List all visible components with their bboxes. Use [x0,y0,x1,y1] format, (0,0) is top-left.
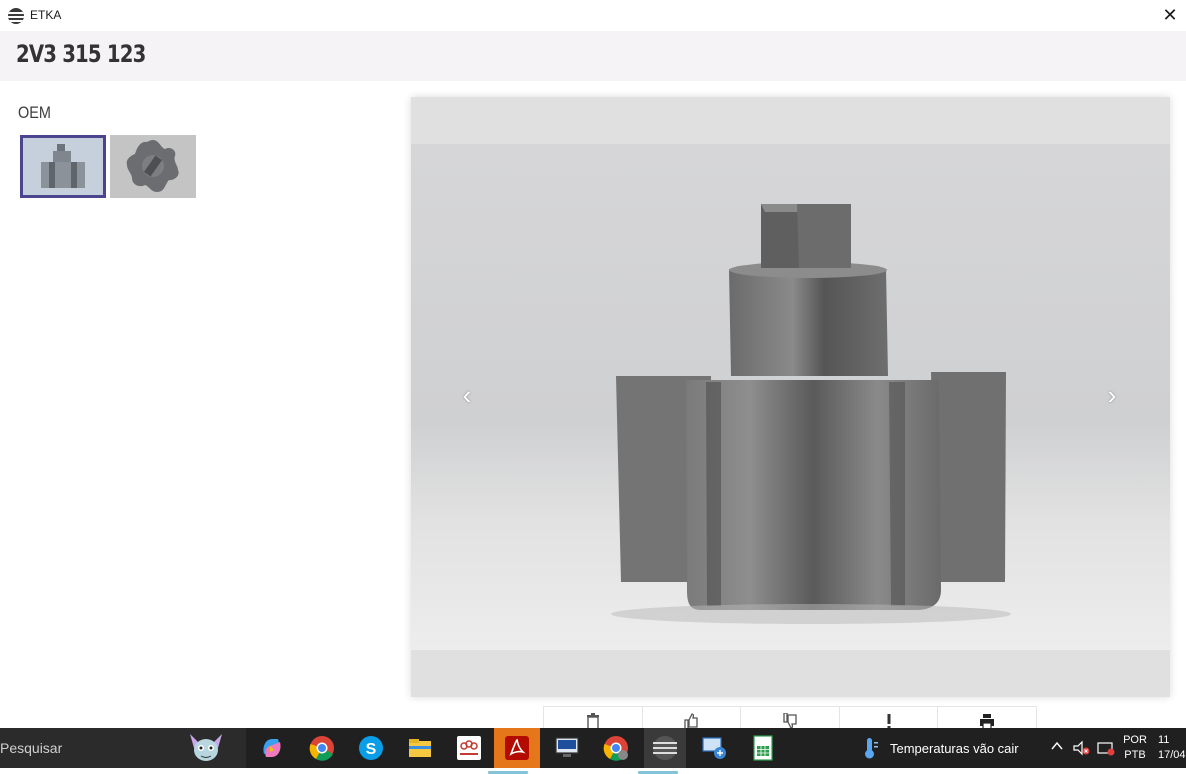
file-explorer-icon[interactable] [406,734,434,762]
exclamation-icon [887,714,891,728]
search-placeholder: Pesquisar [0,740,63,756]
trash-icon [586,713,599,728]
etka-taskbar-button[interactable] [638,728,686,774]
keyboard-layout-code: PTB [1124,749,1146,761]
close-button[interactable]: ✕ [1154,0,1186,31]
print-button[interactable] [938,707,1036,728]
part-top-view-image [110,135,196,198]
language-code: POR [1123,734,1147,746]
acrobat-taskbar-button[interactable] [488,728,540,774]
thermometer-icon [865,738,878,759]
system-clock[interactable]: 11 17/04 [1158,733,1186,763]
remote-desktop-icon[interactable] [553,734,581,762]
acrobat-icon [505,736,529,760]
network-app-icon[interactable] [700,734,728,762]
search-highlight-icon [190,734,222,761]
part-number-title: 2V3 315 123 [16,40,146,68]
part-photo [411,144,1170,650]
thumbnail-2[interactable] [110,135,196,198]
chrome-icon[interactable] [308,734,336,762]
part-side-view-image [23,138,103,195]
etka-app-icon [8,8,24,24]
title-bar: ETKA ✕ [0,0,1186,31]
dislike-button[interactable] [741,707,840,728]
part-photo-image [611,204,1011,624]
thumbs-up-icon [684,713,699,728]
printer-icon [980,714,995,728]
input-language-indicator[interactable]: POR PTB [1122,733,1148,763]
action-toolbar [543,706,1037,728]
network-status-icon[interactable] [1096,738,1116,758]
next-image-button[interactable]: › [1102,382,1122,408]
report-issue-button[interactable] [840,707,939,728]
teams-icon[interactable] [455,734,483,762]
thumbs-down-icon [783,713,797,728]
skype-icon[interactable]: S [357,734,385,762]
weather-widget-text[interactable]: Temperaturas vão cair [890,741,1019,756]
copilot-icon[interactable] [258,734,286,762]
volume-muted-icon[interactable] [1071,738,1091,758]
previous-image-button[interactable]: ‹ [457,382,477,408]
clock-date: 17/04 [1158,749,1186,761]
svg-text:S: S [366,741,377,758]
windows-taskbar: Pesquisar S Temperaturas vão cair POR PT… [0,728,1186,774]
page-header: 2V3 315 123 [0,31,1186,81]
oem-section-label: OEM [18,103,51,122]
etka-icon [653,736,677,760]
delete-button[interactable] [544,707,643,728]
show-hidden-icons-chevron-icon[interactable] [1050,739,1064,753]
taskbar-search[interactable]: Pesquisar [0,728,246,768]
spreadsheet-icon[interactable] [749,734,777,762]
clock-time: 11 [1158,734,1170,746]
image-viewer: ‹ › [411,97,1170,697]
thumbnail-1[interactable] [20,135,106,198]
window-title: ETKA [30,8,62,22]
like-button[interactable] [643,707,742,728]
chrome-profile-icon[interactable] [602,734,630,762]
